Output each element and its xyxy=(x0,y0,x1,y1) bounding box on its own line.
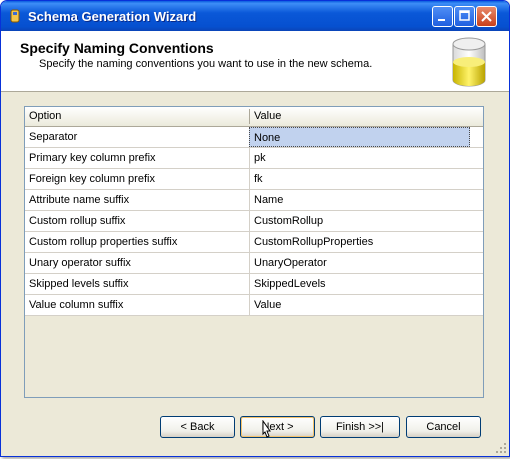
option-cell: Separator xyxy=(29,131,78,143)
table-row[interactable]: Custom rollup properties suffix CustomRo… xyxy=(25,232,483,253)
table-row[interactable]: Primary key column prefix pk xyxy=(25,148,483,169)
table-row[interactable]: Separator None xyxy=(25,127,483,148)
column-header-value[interactable]: Value xyxy=(250,107,471,126)
value-cell[interactable]: None xyxy=(249,127,470,147)
close-button[interactable] xyxy=(476,6,497,27)
window-title: Schema Generation Wizard xyxy=(28,9,197,24)
grid-rows: Separator None Primary key column prefix… xyxy=(25,127,483,316)
page-title: Specify Naming Conventions xyxy=(20,40,214,56)
value-cell[interactable]: SkippedLevels xyxy=(249,274,470,294)
table-row[interactable]: Skipped levels suffix SkippedLevels xyxy=(25,274,483,295)
title-bar[interactable]: Schema Generation Wizard xyxy=(1,1,509,31)
value-cell[interactable]: Value xyxy=(249,295,470,315)
grid-header: Option Value xyxy=(25,107,483,127)
page-subtitle: Specify the naming conventions you want … xyxy=(39,58,373,70)
minimize-button[interactable] xyxy=(432,6,453,27)
column-header-option[interactable]: Option xyxy=(25,107,249,126)
minimize-icon xyxy=(438,19,445,21)
option-cell: Foreign key column prefix xyxy=(29,173,155,185)
option-cell: Primary key column prefix xyxy=(29,152,156,164)
next-button[interactable]: Next > xyxy=(240,416,315,438)
wizard-app-icon xyxy=(10,9,20,23)
option-cell: Skipped levels suffix xyxy=(29,278,129,290)
maximize-button[interactable] xyxy=(454,6,475,27)
table-row[interactable]: Attribute name suffix Name xyxy=(25,190,483,211)
value-cell[interactable]: UnaryOperator xyxy=(249,253,470,273)
value-cell[interactable]: fk xyxy=(249,169,470,189)
close-icon xyxy=(481,11,492,22)
naming-conventions-grid[interactable]: Option Value Separator None Primary key … xyxy=(24,106,484,398)
option-cell: Custom rollup suffix xyxy=(29,215,126,227)
option-cell: Value column suffix xyxy=(29,299,124,311)
table-row[interactable]: Foreign key column prefix fk xyxy=(25,169,483,190)
value-cell[interactable]: pk xyxy=(249,148,470,168)
option-cell: Custom rollup properties suffix xyxy=(29,236,178,248)
value-cell[interactable]: Name xyxy=(249,190,470,210)
option-cell: Attribute name suffix xyxy=(29,194,130,206)
back-button[interactable]: < Back xyxy=(160,416,235,438)
maximize-icon xyxy=(459,10,470,21)
wizard-window: Schema Generation Wizard Specify Naming … xyxy=(0,0,510,457)
resize-grip-icon[interactable] xyxy=(495,442,507,454)
finish-button[interactable]: Finish >>| xyxy=(320,416,400,438)
table-row[interactable]: Unary operator suffix UnaryOperator xyxy=(25,253,483,274)
value-cell[interactable]: CustomRollupProperties xyxy=(249,232,470,252)
table-row[interactable]: Value column suffix Value xyxy=(25,295,483,316)
option-cell: Unary operator suffix xyxy=(29,257,131,269)
value-cell[interactable]: CustomRollup xyxy=(249,211,470,231)
wizard-header: Specify Naming Conventions Specify the n… xyxy=(1,31,509,92)
table-row[interactable]: Custom rollup suffix CustomRollup xyxy=(25,211,483,232)
mouse-pointer-icon xyxy=(262,420,271,438)
cancel-button[interactable]: Cancel xyxy=(406,416,481,438)
database-cylinder-icon xyxy=(452,37,486,87)
